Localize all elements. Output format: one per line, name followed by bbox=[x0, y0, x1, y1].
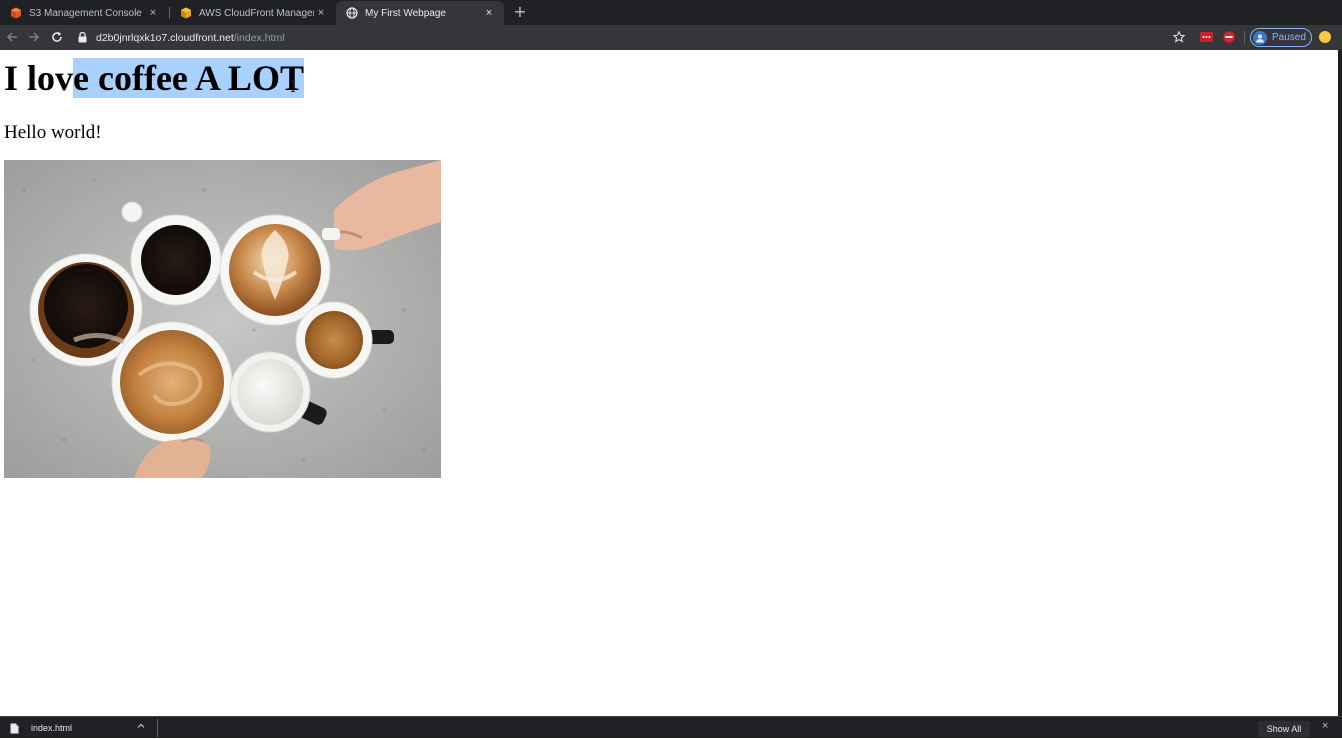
avatar bbox=[1253, 30, 1267, 45]
bookmark-star-icon[interactable] bbox=[1172, 31, 1186, 43]
aws-cloudfront-icon bbox=[180, 7, 192, 19]
tab-cloudfront[interactable]: AWS CloudFront Management × bbox=[170, 1, 336, 25]
reload-button[interactable] bbox=[49, 29, 65, 45]
webpage-viewport: I love coffee A LOT Hello world! bbox=[0, 50, 1338, 716]
toolbar-divider bbox=[1244, 31, 1245, 44]
globe-icon bbox=[346, 7, 358, 19]
profile-paused-button[interactable]: Paused bbox=[1250, 28, 1312, 47]
new-tab-button[interactable]: + bbox=[512, 3, 528, 21]
downloads-divider bbox=[157, 719, 158, 737]
adblock-icon[interactable] bbox=[1222, 31, 1236, 43]
lock-icon[interactable] bbox=[78, 32, 90, 44]
address-bar[interactable]: d2b0jnrlqxk1o7.cloudfront.net/index.html bbox=[72, 28, 1192, 47]
tab-my-first-webpage[interactable]: My First Webpage × bbox=[336, 1, 504, 25]
lastpass-icon[interactable] bbox=[1199, 31, 1213, 43]
selected-text: e coffee A LOT bbox=[73, 58, 304, 98]
window-edge bbox=[1338, 50, 1342, 716]
tab-close-icon[interactable]: × bbox=[314, 7, 328, 19]
arrow-left-icon bbox=[6, 32, 17, 42]
downloads-bar: index.html Show All × bbox=[0, 716, 1342, 738]
tab-s3-console[interactable]: S3 Management Console × bbox=[0, 1, 168, 25]
close-downloads-icon[interactable]: × bbox=[1322, 720, 1328, 732]
tab-close-icon[interactable]: × bbox=[146, 7, 160, 19]
tab-title: S3 Management Console bbox=[29, 7, 142, 19]
chevron-up-icon[interactable] bbox=[136, 721, 146, 731]
coffee-cups-image bbox=[4, 160, 441, 478]
forward-button[interactable] bbox=[26, 29, 42, 45]
url-host: d2b0jnrlqxk1o7.cloudfront.net bbox=[96, 31, 234, 44]
extension-badge-icon[interactable] bbox=[1319, 31, 1331, 43]
profile-status-label: Paused bbox=[1272, 32, 1306, 43]
page-heading: I love coffee A LOT bbox=[4, 58, 304, 98]
tab-strip: S3 Management Console × AWS CloudFront M… bbox=[0, 0, 1342, 25]
tab-close-icon[interactable]: × bbox=[482, 7, 496, 19]
reload-icon bbox=[52, 31, 62, 42]
text-cursor-icon bbox=[291, 80, 295, 92]
browser-toolbar: d2b0jnrlqxk1o7.cloudfront.net/index.html… bbox=[0, 25, 1342, 50]
tab-title: My First Webpage bbox=[365, 7, 446, 19]
aws-s3-icon bbox=[10, 7, 22, 19]
download-item[interactable]: index.html bbox=[10, 717, 150, 739]
tab-title: AWS CloudFront Management bbox=[199, 7, 314, 19]
back-button[interactable] bbox=[4, 29, 20, 45]
arrow-right-icon bbox=[29, 32, 40, 42]
page-paragraph: Hello world! bbox=[4, 122, 102, 143]
file-icon bbox=[10, 723, 19, 733]
show-all-button[interactable]: Show All bbox=[1258, 721, 1310, 737]
url-path: /index.html bbox=[233, 31, 285, 44]
download-file-name: index.html bbox=[31, 723, 73, 733]
heading-text: I lov bbox=[4, 58, 74, 98]
